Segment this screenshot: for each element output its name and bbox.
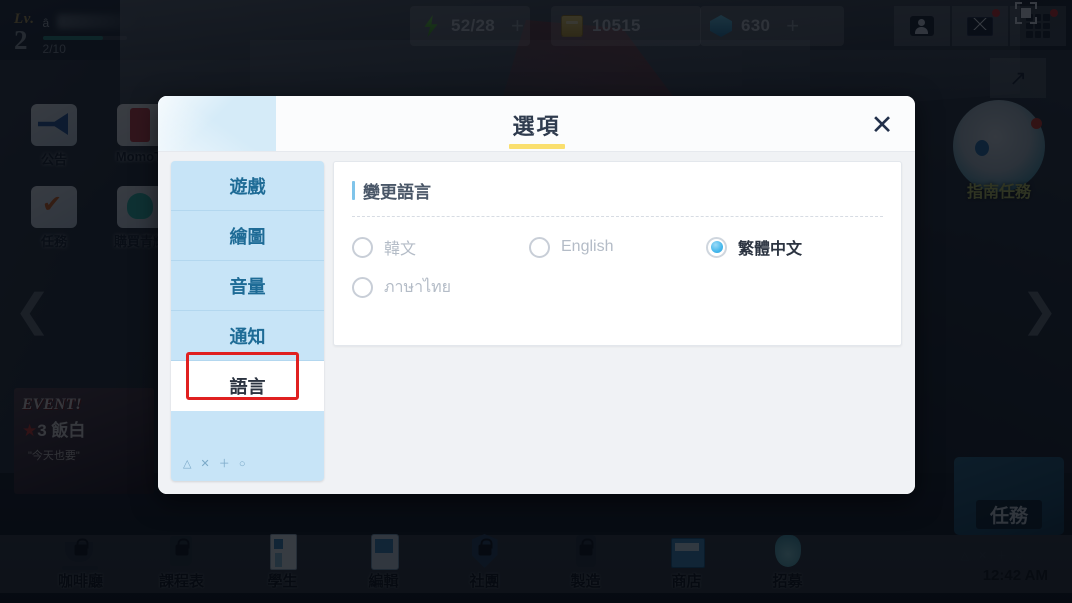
title-underline — [508, 144, 565, 149]
language-option-label: 韓文 — [384, 241, 417, 258]
section-accent-bar — [352, 181, 355, 200]
tabs-controller-glyphs: △ ✕ ＋ ○ — [183, 458, 249, 470]
language-section-heading: 變更語言 — [363, 183, 431, 202]
dialog-tabs: 遊戲 繪圖 音量 通知 語言 △ ✕ ＋ ○ — [171, 161, 324, 481]
tab-label: 繪圖 — [229, 226, 266, 247]
language-option-label: English — [561, 238, 614, 255]
language-card: 變更語言 韓文 English 繁體中文 ภาษาไทย — [333, 161, 902, 346]
close-icon[interactable]: ✕ — [863, 106, 901, 144]
language-option-thai[interactable]: ภาษาไทย — [352, 275, 529, 300]
tab-volume[interactable]: 音量 — [171, 261, 324, 311]
tab-game[interactable]: 遊戲 — [171, 161, 324, 211]
tab-graphics[interactable]: 繪圖 — [171, 211, 324, 261]
language-option-korean[interactable]: 韓文 — [352, 235, 529, 259]
tab-label: 遊戲 — [229, 176, 266, 197]
radio-icon — [352, 236, 373, 258]
dialog-title: 選項 — [512, 114, 561, 139]
options-dialog: 選項 ✕ 遊戲 繪圖 音量 通知 語言 △ ✕ ＋ ○ 變更語言 韓文 Engl… — [158, 96, 915, 494]
tab-label: 語言 — [229, 377, 266, 397]
game-screen: 公告 MomoT. 任務 購買青輝 指南任務 ❮ ❯ EVENT! — [0, 0, 1072, 603]
panel-empty-area — [333, 346, 902, 481]
language-card-header: 變更語言 — [352, 178, 883, 217]
language-option-english[interactable]: English — [529, 235, 706, 259]
language-options: 韓文 English 繁體中文 ภาษาไทย — [352, 217, 883, 300]
tab-label: 音量 — [229, 276, 266, 297]
dialog-header: 選項 ✕ — [158, 96, 915, 152]
radio-icon — [529, 236, 550, 258]
language-option-label: ภาษาไทย — [384, 279, 452, 296]
tab-label: 通知 — [229, 326, 266, 347]
dialog-panel: 變更語言 韓文 English 繁體中文 ภาษาไทย — [333, 161, 902, 481]
tab-notification[interactable]: 通知 — [171, 311, 324, 361]
dialog-body: 遊戲 繪圖 音量 通知 語言 △ ✕ ＋ ○ 變更語言 韓文 English 繁… — [158, 152, 915, 494]
language-option-traditional-chinese[interactable]: 繁體中文 — [706, 235, 883, 259]
tab-language[interactable]: 語言 — [171, 361, 324, 411]
radio-icon — [352, 277, 373, 298]
radio-icon-selected — [706, 236, 727, 258]
language-option-label: 繁體中文 — [738, 241, 803, 258]
